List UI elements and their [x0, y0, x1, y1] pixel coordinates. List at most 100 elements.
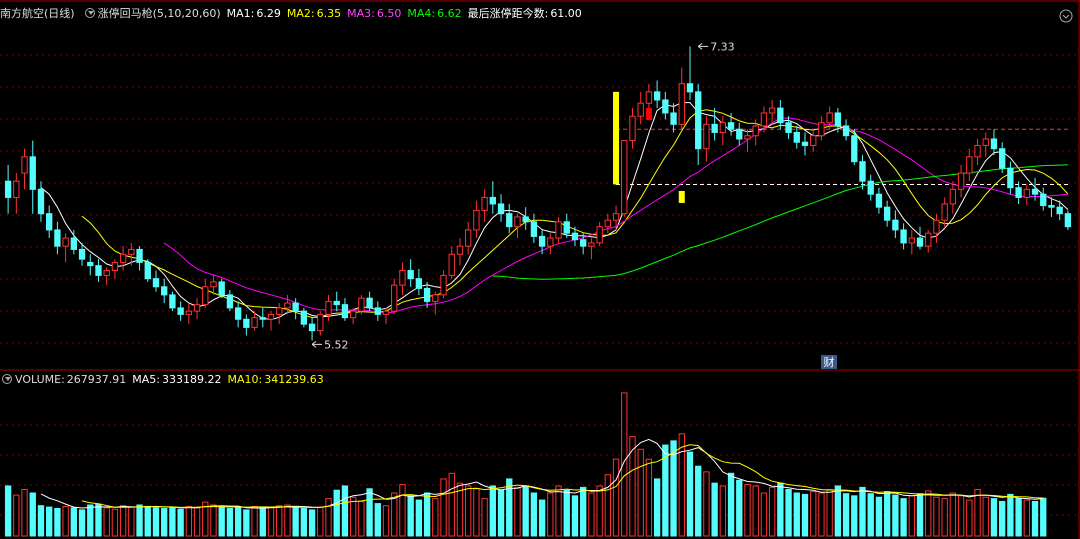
- candle-body: [711, 123, 718, 133]
- candle: [136, 246, 143, 271]
- volume-bar: [317, 506, 324, 537]
- candle: [1040, 187, 1047, 211]
- low-arrow: [311, 340, 323, 348]
- candle: [46, 205, 53, 239]
- volume-bar: [161, 508, 168, 537]
- candle: [736, 122, 743, 146]
- candle-body: [916, 237, 924, 247]
- volume-bar: [555, 485, 562, 537]
- volume-bar: [678, 433, 685, 537]
- candle-body: [670, 112, 677, 125]
- volume-bar: [916, 493, 924, 537]
- volume-bar: [440, 478, 447, 537]
- volume-bar: [637, 448, 644, 537]
- candle-body: [596, 226, 603, 244]
- candle-body: [547, 237, 554, 247]
- volume-bar: [547, 492, 554, 537]
- candle-body: [678, 83, 685, 125]
- volume-bar: [998, 500, 1006, 537]
- candle: [37, 181, 45, 222]
- candle: [62, 233, 69, 263]
- candle-body: [144, 261, 151, 280]
- candle-body: [70, 237, 78, 250]
- high-arrow: [697, 42, 709, 50]
- signal-marker: [678, 190, 685, 203]
- candle: [883, 200, 891, 227]
- top-right-icon[interactable]: [1059, 9, 1073, 23]
- volume-bar: [325, 498, 332, 537]
- candle-body: [563, 221, 570, 234]
- candle: [670, 103, 677, 133]
- candle-body: [637, 102, 644, 117]
- candle: [974, 138, 981, 165]
- volume-bar: [826, 488, 833, 537]
- volume-bar: [226, 508, 234, 537]
- volume-bar: [70, 507, 78, 537]
- candle-body: [933, 219, 940, 234]
- candle: [522, 207, 529, 230]
- candle-body: [653, 91, 661, 101]
- moving-average-lines: [40, 102, 1069, 321]
- volume-bar: [497, 489, 505, 537]
- candlesticks[interactable]: [4, 46, 1072, 341]
- candle: [54, 221, 61, 255]
- candle: [300, 307, 308, 328]
- candle-body: [62, 237, 69, 247]
- candle-body: [243, 318, 250, 328]
- candle: [202, 278, 209, 308]
- candle-body: [169, 294, 176, 309]
- candle-body: [423, 287, 431, 302]
- volume-bar: [760, 492, 768, 537]
- volume-bar: [719, 485, 727, 537]
- volume-bar: [851, 495, 858, 537]
- candle-body: [580, 239, 587, 247]
- candle-body: [1064, 213, 1072, 228]
- volume-bar: [169, 506, 176, 537]
- candle: [933, 213, 940, 243]
- candle-body: [317, 313, 324, 332]
- volume-bar: [653, 478, 661, 537]
- candle: [456, 238, 464, 266]
- candle-body: [218, 281, 225, 296]
- candle: [333, 291, 340, 312]
- volume-bar: [514, 486, 521, 537]
- volume-bar: [785, 488, 792, 537]
- candle: [596, 221, 603, 247]
- candle-body: [87, 261, 94, 267]
- volume-bar: [571, 495, 579, 537]
- volume-bar: [506, 478, 513, 537]
- candle-body: [875, 193, 883, 208]
- volume-bar: [966, 499, 973, 537]
- volume-bar: [1040, 497, 1047, 537]
- candle-body: [752, 125, 759, 137]
- volume-bar: [1007, 493, 1014, 537]
- candle-body: [4, 180, 12, 198]
- volume-bar: [103, 507, 110, 537]
- volume-bar: [399, 484, 406, 537]
- candle-body: [210, 281, 217, 288]
- candle-body: [349, 310, 357, 319]
- volume-bar: [136, 504, 143, 537]
- volume-bar: [941, 498, 948, 537]
- candle-body: [1048, 205, 1055, 208]
- candle: [785, 116, 792, 139]
- candle-body: [990, 138, 998, 150]
- volume-bars[interactable]: [4, 392, 1047, 537]
- volume-bar: [152, 507, 160, 537]
- candle-body: [801, 141, 809, 146]
- volume-bar: [711, 482, 718, 537]
- candle: [21, 148, 28, 190]
- candle: [13, 173, 20, 214]
- candle-body: [514, 216, 521, 228]
- candle: [292, 298, 299, 320]
- candle: [1031, 177, 1039, 201]
- candle-body: [267, 313, 275, 320]
- kline-chart[interactable]: 7.33 5.52 财: [0, 0, 1080, 539]
- candle: [506, 203, 513, 234]
- volume-bar: [185, 505, 193, 537]
- volume-bar: [736, 479, 743, 537]
- candle: [243, 314, 250, 336]
- volume-bar: [1023, 499, 1030, 537]
- volume-bar: [13, 494, 20, 537]
- candle-body: [949, 188, 957, 205]
